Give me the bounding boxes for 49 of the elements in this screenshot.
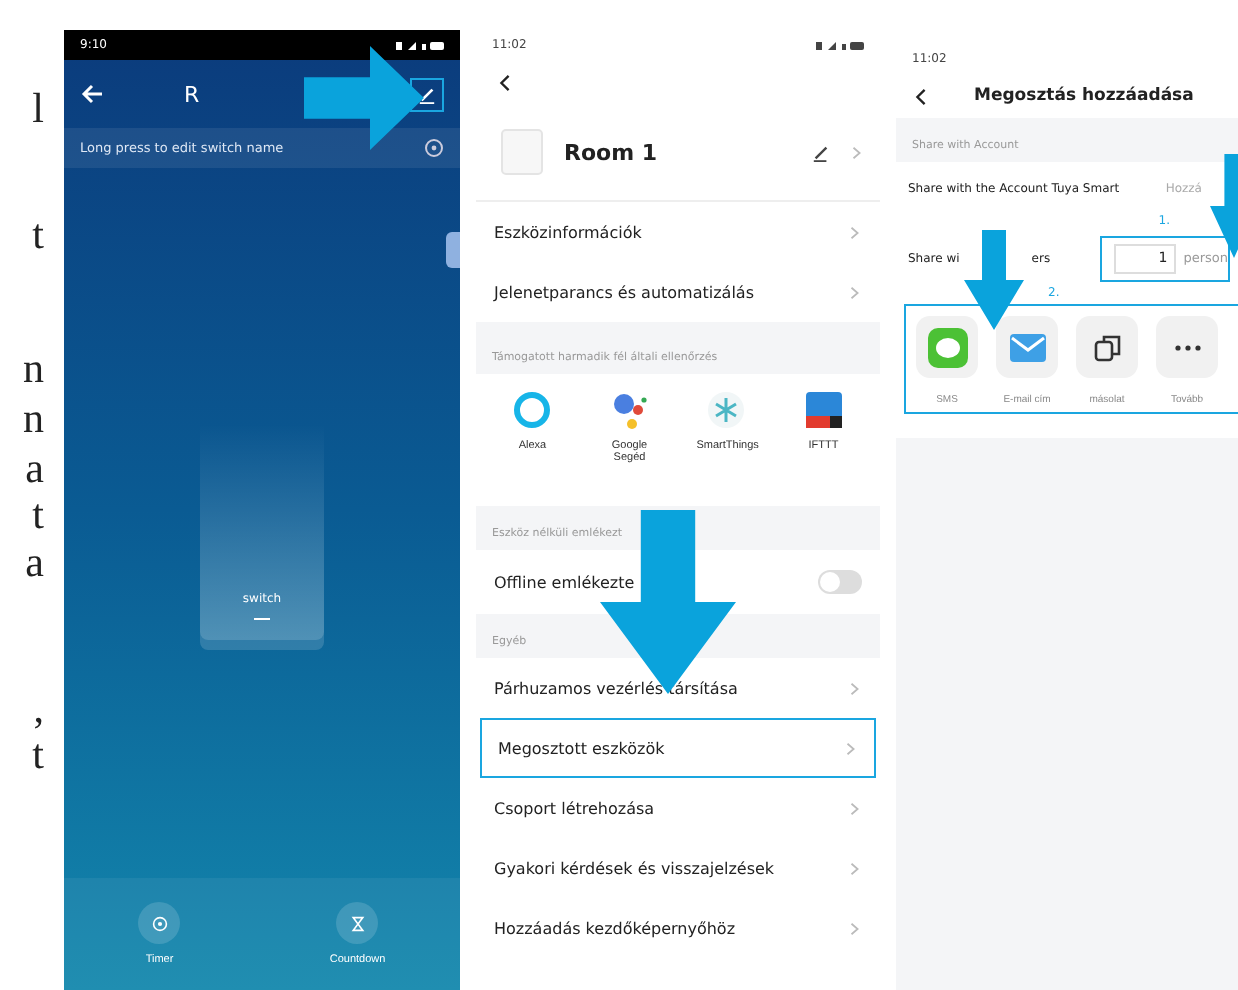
close-icon[interactable]: [424, 138, 444, 158]
text-fragment: t: [32, 732, 44, 776]
settings-row[interactable]: Eszközinformációk: [476, 202, 880, 262]
ring-icon: [512, 390, 553, 430]
chevron-icon: [848, 285, 862, 299]
screen-title: Megosztás hozzáadása: [974, 86, 1194, 106]
back-arrow-icon[interactable]: [80, 82, 104, 106]
settings-row[interactable]: Gyakori kérdések és visszajelzések: [476, 838, 880, 898]
screen-title: R: [184, 81, 200, 107]
status-icons: [816, 39, 864, 51]
chevron-icon: [850, 145, 864, 159]
status-icons: [396, 39, 444, 51]
chevron-icon: [844, 741, 858, 755]
settings-row[interactable]: Csoport létrehozása: [476, 778, 880, 838]
back-icon[interactable]: [496, 73, 514, 91]
clock-icon: [151, 915, 168, 931]
text-fragment: ,: [33, 686, 44, 730]
text-fragment: n: [23, 396, 44, 440]
chevron-icon: [848, 861, 862, 875]
settings-row[interactable]: Hozzáadás kezdőképernyőhöz: [476, 898, 880, 958]
copy-icon: [1093, 333, 1121, 361]
text-fragment: l: [32, 86, 44, 130]
hourglass-icon: [349, 915, 366, 931]
pointer-arrow: [1210, 154, 1238, 258]
text-fragment: a: [25, 540, 44, 584]
switch-icon: [500, 128, 544, 176]
text-fragment: t: [32, 212, 44, 256]
device-name: Room 1: [564, 139, 660, 165]
square-icon: [803, 390, 844, 430]
chat-icon: [927, 327, 967, 367]
settings-row[interactable]: Megosztott eszközök: [480, 718, 876, 778]
snowflake-icon: [706, 390, 747, 430]
chevron-icon: [848, 681, 862, 695]
text-fragment: t: [32, 492, 44, 536]
row-label: Offline emlékezte: [494, 573, 635, 591]
side-tab[interactable]: [446, 232, 460, 268]
text-fragment: n: [23, 346, 44, 390]
chevron-icon: [848, 801, 862, 815]
pencil-icon[interactable]: [812, 143, 830, 161]
pointer-arrow: [964, 230, 1024, 330]
chevron-icon: [848, 225, 862, 239]
text-fragment: a: [25, 446, 44, 490]
back-icon[interactable]: [912, 87, 930, 105]
settings-row[interactable]: Jelenetparancs és automatizálás: [476, 262, 880, 322]
toggle-switch[interactable]: [818, 570, 862, 594]
pointer-arrow: [304, 46, 424, 150]
chevron-icon: [848, 921, 862, 935]
settings-row[interactable]: Párhuzamos vezérlés társítása: [476, 658, 880, 718]
dots-icon: [609, 390, 650, 430]
